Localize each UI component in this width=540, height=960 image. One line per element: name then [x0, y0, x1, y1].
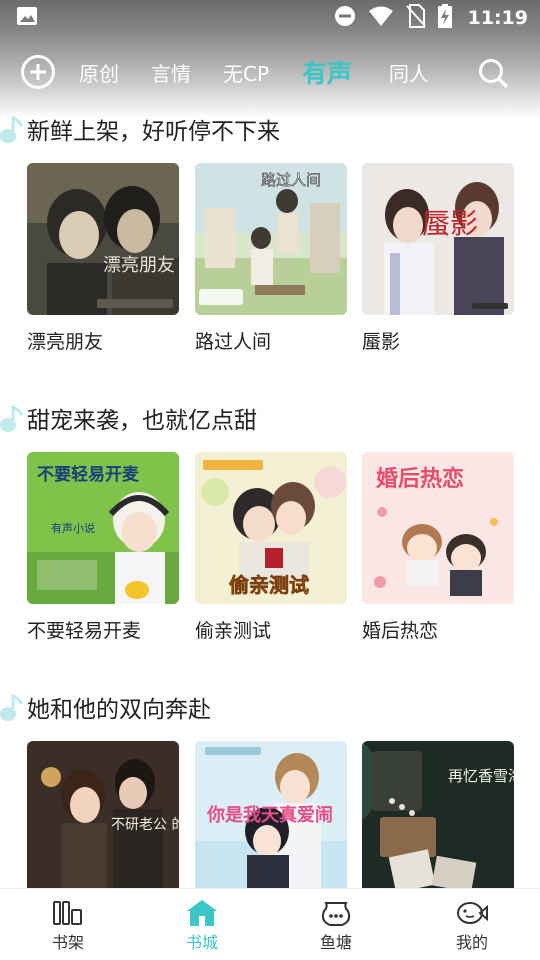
- book-title[interactable]: 路过人间: [195, 327, 271, 354]
- bottom-tab-bookstore[interactable]: 书城: [157, 889, 247, 960]
- book-cover[interactable]: 你是我天真爱闹: [195, 741, 347, 888]
- bottom-tab-bookshelf[interactable]: 书架: [23, 889, 113, 960]
- section-title: 新鲜上架，好听停不下来: [27, 119, 280, 145]
- book-title[interactable]: 漂亮朋友: [27, 327, 103, 354]
- bottom-tab-fishpond[interactable]: 鱼塘: [291, 889, 381, 960]
- book-card[interactable]: 你是我天真爱闹: [195, 741, 347, 888]
- book-card[interactable]: 蜃影 蜃影: [362, 163, 514, 353]
- book-title[interactable]: 偷亲测试: [195, 616, 271, 643]
- cover-title-text: 蜃影: [422, 207, 478, 240]
- section-sweet: 甜宠来袭，也就亿点甜 不要轻易开麦 有声小说 不要轻易开麦 偷亲测试 偷亲测试 …: [0, 399, 540, 649]
- book-card[interactable]: 漂亮朋友 漂亮朋友: [27, 163, 179, 353]
- bottom-tab-label: 书城: [185, 933, 218, 952]
- add-circle-icon[interactable]: [20, 54, 56, 90]
- cover-title-text: 婚后热恋: [376, 466, 464, 492]
- section-header: 甜宠来袭，也就亿点甜: [0, 399, 540, 435]
- bottom-tab-label: 书架: [51, 933, 84, 952]
- cover-title-text: 漂亮朋友: [103, 255, 175, 276]
- status-time: 11:19: [467, 7, 528, 29]
- book-cover[interactable]: 婚后热恋: [362, 452, 514, 604]
- tab-no-cp[interactable]: 无CP: [223, 58, 269, 87]
- book-card[interactable]: 再忆香雪海: [362, 741, 514, 888]
- music-note-icon: [0, 114, 24, 146]
- book-card[interactable]: 不研老公 的一百个理由: [27, 741, 179, 888]
- bottom-tab-profile[interactable]: 我的: [427, 889, 517, 960]
- book-cover[interactable]: 不要轻易开麦 有声小说: [27, 452, 179, 604]
- book-title[interactable]: 不要轻易开麦: [27, 616, 141, 643]
- book-card[interactable]: 偷亲测试 偷亲测试: [195, 452, 347, 642]
- tab-audio[interactable]: 有声: [302, 54, 352, 90]
- tab-fanfic[interactable]: 同人: [389, 58, 429, 87]
- cover-title-text: 偷亲测试: [229, 573, 309, 597]
- music-note-icon: [0, 403, 24, 435]
- cover-title-text: 你是我天真爱闹: [206, 804, 333, 826]
- bookshelf-icon: [52, 899, 84, 927]
- bottom-nav: 书架 书城 鱼塘 我的: [0, 888, 540, 960]
- do-not-disturb-icon: [334, 5, 356, 31]
- section-header: 她和他的双向奔赴: [0, 688, 540, 724]
- tab-romance[interactable]: 言情: [151, 58, 191, 87]
- book-cover[interactable]: 漂亮朋友: [27, 163, 179, 315]
- cover-title-text: 不要轻易开麦: [37, 464, 140, 485]
- book-title[interactable]: 蜃影: [362, 327, 400, 354]
- cover-title-text: 路过人间: [261, 171, 321, 189]
- no-sim-icon: [405, 4, 426, 32]
- section-new-arrivals: 新鲜上架，好听停不下来 漂亮朋友 漂亮朋友 路过人间 路过人间 蜃影 蜃影: [0, 110, 540, 360]
- book-title[interactable]: 婚后热恋: [362, 616, 438, 643]
- image-icon: [16, 5, 38, 31]
- book-cover[interactable]: 不研老公 的一百个理由: [27, 741, 179, 888]
- fishpond-icon: [320, 899, 352, 927]
- cover-subtitle-text: 有声小说: [51, 521, 95, 535]
- status-bar: 11:19: [0, 0, 540, 36]
- book-cover[interactable]: 再忆香雪海: [362, 741, 514, 888]
- cover-title-text: 不研老公 的一百个理由: [111, 817, 179, 833]
- battery-charging-icon: [437, 4, 452, 32]
- search-icon[interactable]: [476, 56, 510, 90]
- book-cover[interactable]: 路过人间: [195, 163, 347, 315]
- book-card[interactable]: 不要轻易开麦 有声小说 不要轻易开麦: [27, 452, 179, 642]
- section-title: 甜宠来袭，也就亿点甜: [27, 408, 257, 434]
- wifi-icon: [368, 5, 394, 31]
- book-cover[interactable]: 蜃影: [362, 163, 514, 315]
- category-nav: 原创 言情 无CP 有声 同人: [0, 48, 540, 96]
- bookstore-icon: [186, 899, 218, 927]
- section-header: 新鲜上架，好听停不下来: [0, 110, 540, 146]
- profile-icon: [456, 899, 488, 927]
- section-mutual-love: 她和他的双向奔赴 不研老公 的一百个理由: [0, 688, 540, 888]
- bottom-tab-label: 我的: [455, 933, 488, 952]
- music-note-icon: [0, 692, 24, 724]
- book-cover[interactable]: 偷亲测试: [195, 452, 347, 604]
- tab-original[interactable]: 原创: [79, 58, 119, 87]
- bottom-tab-label: 鱼塘: [319, 933, 352, 952]
- section-title: 她和他的双向奔赴: [27, 697, 211, 723]
- book-card[interactable]: 路过人间 路过人间: [195, 163, 347, 353]
- book-card[interactable]: 婚后热恋 婚后热恋: [362, 452, 514, 642]
- cover-title-text: 再忆香雪海: [448, 767, 514, 785]
